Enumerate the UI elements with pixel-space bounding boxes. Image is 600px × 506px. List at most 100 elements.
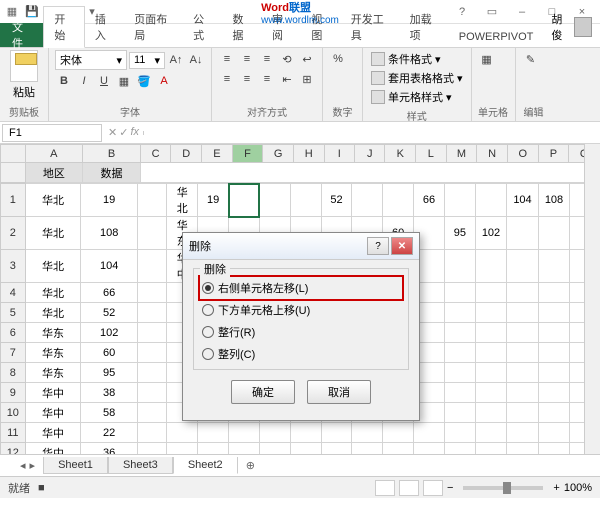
radio-entire-row[interactable]: 整行(R) bbox=[200, 321, 402, 343]
font-color-button[interactable]: A bbox=[155, 72, 173, 90]
font-name-combo[interactable]: 宋体▾ bbox=[55, 50, 127, 70]
cell[interactable] bbox=[475, 423, 507, 443]
cell[interactable] bbox=[229, 443, 260, 455]
indent-dec-icon[interactable]: ⇤ bbox=[278, 70, 296, 88]
row-header[interactable]: 6 bbox=[1, 323, 26, 343]
cell[interactable] bbox=[538, 423, 570, 443]
zoom-level[interactable]: 100% bbox=[564, 482, 592, 494]
align-middle-icon[interactable]: ≡ bbox=[238, 50, 256, 68]
help-icon[interactable]: ? bbox=[448, 2, 476, 22]
cell[interactable] bbox=[229, 423, 260, 443]
col-header-n[interactable]: N bbox=[477, 145, 508, 163]
align-top-icon[interactable]: ≡ bbox=[218, 50, 236, 68]
cell[interactable] bbox=[538, 403, 570, 423]
cell[interactable] bbox=[538, 303, 570, 323]
row-header[interactable]: 5 bbox=[1, 303, 26, 323]
cell[interactable] bbox=[137, 217, 167, 250]
cell[interactable]: 数据 bbox=[83, 163, 141, 183]
cell[interactable] bbox=[137, 303, 167, 323]
cell[interactable] bbox=[538, 283, 570, 303]
cell[interactable] bbox=[137, 363, 167, 383]
table-format-button[interactable]: 套用表格格式▾ bbox=[369, 69, 465, 87]
cell[interactable]: 华东 bbox=[25, 363, 81, 383]
cell[interactable] bbox=[321, 443, 352, 455]
cell[interactable] bbox=[414, 443, 445, 455]
view-normal-icon[interactable] bbox=[375, 480, 395, 496]
sheet-nav-prev-icon[interactable]: ◂ bbox=[20, 459, 26, 472]
cell[interactable]: 38 bbox=[81, 383, 138, 403]
save-icon[interactable]: 💾 bbox=[24, 4, 40, 20]
align-center-icon[interactable]: ≡ bbox=[238, 70, 256, 88]
shrink-font-icon[interactable]: A↓ bbox=[187, 51, 205, 69]
cell[interactable] bbox=[414, 423, 445, 443]
italic-button[interactable]: I bbox=[75, 72, 93, 90]
wrap-text-button[interactable]: ↩ bbox=[298, 50, 316, 68]
orientation-icon[interactable]: ⟲ bbox=[278, 50, 296, 68]
cell[interactable] bbox=[383, 423, 414, 443]
cell[interactable]: 华北 bbox=[25, 250, 81, 283]
vertical-scrollbar[interactable] bbox=[584, 144, 600, 454]
cell[interactable]: 19 bbox=[198, 184, 229, 217]
col-header-g[interactable]: G bbox=[263, 145, 294, 163]
conditional-format-button[interactable]: 条件格式▾ bbox=[369, 50, 465, 68]
cell[interactable]: 102 bbox=[475, 217, 507, 250]
cell[interactable]: 104 bbox=[507, 184, 539, 217]
zoom-in-button[interactable]: + bbox=[553, 482, 559, 494]
tab-file[interactable]: 文件 bbox=[0, 23, 43, 47]
row-header[interactable] bbox=[1, 163, 26, 183]
tab-layout[interactable]: 页面布局 bbox=[124, 7, 183, 47]
cell[interactable] bbox=[444, 343, 475, 363]
radio-entire-col[interactable]: 整列(C) bbox=[200, 343, 402, 365]
col-header-c[interactable]: C bbox=[140, 145, 171, 163]
cell[interactable] bbox=[507, 363, 539, 383]
cell[interactable] bbox=[444, 303, 475, 323]
user-menu[interactable]: 胡俊 bbox=[543, 7, 600, 47]
cell[interactable]: 108 bbox=[538, 184, 570, 217]
cell[interactable] bbox=[475, 184, 507, 217]
minimize-icon[interactable]: – bbox=[508, 2, 536, 22]
col-header-d[interactable]: D bbox=[171, 145, 202, 163]
ok-button[interactable]: 确定 bbox=[231, 380, 295, 404]
cell[interactable] bbox=[538, 443, 570, 455]
underline-button[interactable]: U bbox=[95, 72, 113, 90]
col-header-i[interactable]: I bbox=[324, 145, 354, 163]
formula-bar[interactable] bbox=[143, 131, 600, 135]
col-header-m[interactable]: M bbox=[446, 145, 477, 163]
col-header-e[interactable]: E bbox=[202, 145, 233, 163]
cell[interactable] bbox=[167, 443, 198, 455]
cell[interactable]: 66 bbox=[81, 283, 138, 303]
row-header[interactable]: 10 bbox=[1, 403, 26, 423]
cell[interactable] bbox=[475, 303, 507, 323]
tab-data[interactable]: 数据 bbox=[223, 7, 262, 47]
sheet-tab-2[interactable]: Sheet2 bbox=[173, 457, 238, 474]
view-pagebreak-icon[interactable] bbox=[423, 480, 443, 496]
col-header-h[interactable]: H bbox=[293, 145, 324, 163]
cell[interactable] bbox=[538, 343, 570, 363]
cell[interactable] bbox=[538, 250, 570, 283]
cell[interactable] bbox=[137, 250, 167, 283]
cell[interactable] bbox=[475, 383, 507, 403]
cancel-formula-icon[interactable]: ✕ bbox=[108, 126, 117, 139]
cell[interactable] bbox=[137, 403, 167, 423]
cell[interactable] bbox=[507, 343, 539, 363]
cell[interactable] bbox=[137, 443, 167, 455]
macro-record-icon[interactable]: ■ bbox=[38, 482, 45, 494]
cell[interactable] bbox=[475, 363, 507, 383]
cell[interactable]: 36 bbox=[81, 443, 138, 455]
cell[interactable] bbox=[290, 443, 321, 455]
cell[interactable] bbox=[475, 250, 507, 283]
cell-style-button[interactable]: 单元格样式▾ bbox=[369, 88, 465, 106]
cell[interactable] bbox=[198, 443, 229, 455]
dialog-titlebar[interactable]: 删除 ? ✕ bbox=[183, 233, 419, 260]
cell[interactable] bbox=[321, 423, 352, 443]
cell[interactable] bbox=[444, 250, 475, 283]
cell[interactable] bbox=[383, 184, 414, 217]
cell[interactable] bbox=[352, 423, 383, 443]
zoom-slider[interactable] bbox=[463, 486, 543, 490]
cell[interactable] bbox=[444, 423, 475, 443]
cell[interactable] bbox=[507, 323, 539, 343]
col-header-a[interactable]: A bbox=[25, 145, 83, 163]
cell[interactable]: 52 bbox=[321, 184, 352, 217]
cell[interactable] bbox=[352, 443, 383, 455]
cell[interactable]: 19 bbox=[81, 184, 138, 217]
